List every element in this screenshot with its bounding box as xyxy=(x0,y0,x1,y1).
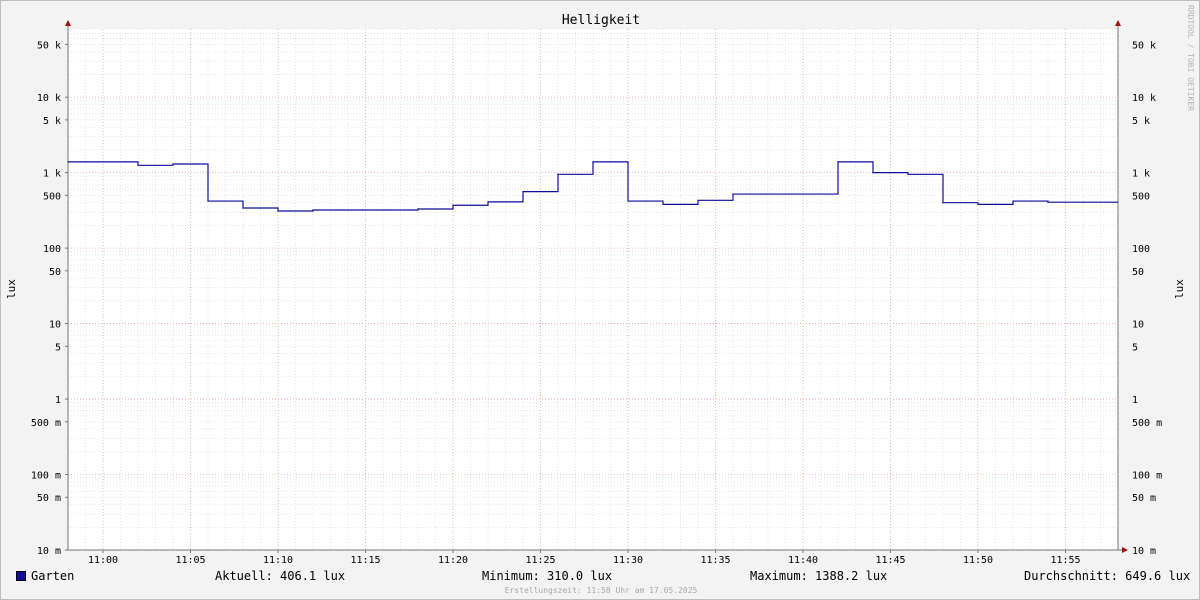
x-tick-label: 11:15 xyxy=(350,555,380,566)
data-point xyxy=(102,161,104,163)
data-point xyxy=(1047,201,1049,203)
y-tick-label-right: 100 xyxy=(1132,244,1150,255)
y-tick-label-right: 10 m xyxy=(1132,546,1156,557)
legend-series-name: Garten xyxy=(31,569,75,583)
data-point xyxy=(277,210,279,212)
y-axis-label-right: lux xyxy=(1173,279,1186,299)
data-point xyxy=(522,191,524,193)
data-point xyxy=(67,161,69,163)
data-point xyxy=(487,201,489,203)
creation-timestamp: Erstellungszeit: 11:58 Uhr am 17.05.2025 xyxy=(504,586,698,595)
y-tick-label-right: 500 m xyxy=(1132,418,1162,429)
data-point xyxy=(802,193,804,195)
legend-current: Aktuell: 406.1 lux xyxy=(215,569,346,583)
data-point xyxy=(172,163,174,165)
x-tick-label: 11:00 xyxy=(88,555,118,566)
data-point xyxy=(592,161,594,163)
legend-minimum: Minimum: 310.0 lux xyxy=(482,569,613,583)
data-point xyxy=(557,173,559,175)
y-tick-label-left: 50 k xyxy=(37,40,61,51)
y-tick-label-right: 5 k xyxy=(1132,116,1150,127)
chart-svg: 50 k 50 k 10 k 10 k 5 k 5 k 1 k 1 k 500 500 100 100… xyxy=(5,13,1186,566)
data-point xyxy=(732,193,734,195)
x-tick-label: 11:40 xyxy=(788,555,818,566)
y-tick-label-left: 1 xyxy=(55,395,61,406)
rrdtool-watermark: RRDTOOL / TOBI OETIKER xyxy=(1186,5,1195,111)
x-tick-label: 11:30 xyxy=(613,555,643,566)
y-tick-label-right: 50 k xyxy=(1132,40,1156,51)
data-point xyxy=(907,173,909,175)
x-tick-label: 11:10 xyxy=(263,555,293,566)
data-point xyxy=(837,161,839,163)
x-tick-label: 11:35 xyxy=(700,555,730,566)
data-point xyxy=(942,202,944,204)
data-point xyxy=(977,203,979,205)
x-tick-label: 11:20 xyxy=(438,555,468,566)
y-tick-label-left: 5 k xyxy=(43,116,61,127)
y-tick-label-left: 10 m xyxy=(37,546,61,557)
data-point xyxy=(767,193,769,195)
x-tick-label: 11:25 xyxy=(525,555,555,566)
data-point xyxy=(242,207,244,209)
y-tick-label-right: 500 xyxy=(1132,191,1150,202)
x-axis-arrow xyxy=(1122,547,1128,553)
y-tick-label-right: 1 xyxy=(1132,395,1138,406)
y-axis-arrow-left xyxy=(65,20,71,26)
y-tick-label-right: 5 xyxy=(1132,342,1138,353)
chart-window: 50 k 50 k 10 k 10 k 5 k 5 k 1 k 1 k 500 500 100 100… xyxy=(0,0,1200,600)
x-tick-label: 11:50 xyxy=(963,555,993,566)
y-tick-label-left: 100 m xyxy=(31,471,61,482)
data-point xyxy=(627,200,629,202)
x-tick-label: 11:55 xyxy=(1050,555,1080,566)
data-point xyxy=(872,172,874,174)
data-point xyxy=(662,203,664,205)
data-point xyxy=(417,208,419,210)
x-tick-label: 11:05 xyxy=(175,555,205,566)
legend-average: Durchschnitt: 649.6 lux xyxy=(1024,569,1191,583)
y-tick-label-right: 10 k xyxy=(1132,93,1156,104)
y-tick-label-left: 500 xyxy=(43,191,61,202)
y-tick-label-left: 10 k xyxy=(37,93,61,104)
y-tick-label-right: 100 m xyxy=(1132,471,1162,482)
y-tick-label-left: 10 xyxy=(49,320,61,331)
x-tick-label: 11:45 xyxy=(875,555,905,566)
y-tick-label-left: 50 xyxy=(49,267,61,278)
data-point xyxy=(347,209,349,211)
data-point xyxy=(312,209,314,211)
y-tick-label-left: 50 m xyxy=(37,493,61,504)
legend-row: Garten Aktuell: 406.1 lux Minimum: 310.0… xyxy=(1,569,1200,585)
y-tick-label-right: 50 xyxy=(1132,267,1144,278)
y-tick-label-right: 50 m xyxy=(1132,493,1156,504)
data-point xyxy=(697,199,699,201)
y-axis-label-left: lux xyxy=(5,279,18,299)
data-point xyxy=(1082,201,1084,203)
y-axis-arrow-right xyxy=(1115,20,1121,26)
y-tick-label-left: 500 m xyxy=(31,418,61,429)
y-tick-label-left: 1 k xyxy=(43,169,61,180)
y-tick-label-left: 100 xyxy=(43,244,61,255)
chart-title: Helligkeit xyxy=(562,13,640,28)
legend-maximum: Maximum: 1388.2 lux xyxy=(750,569,888,583)
y-tick-label-right: 1 k xyxy=(1132,169,1150,180)
y-tick-label-left: 5 xyxy=(55,342,61,353)
data-point xyxy=(452,204,454,206)
data-point xyxy=(137,164,139,166)
data-point xyxy=(1012,200,1014,202)
y-tick-label-right: 10 xyxy=(1132,320,1144,331)
data-point xyxy=(207,200,209,202)
data-point xyxy=(382,209,384,211)
